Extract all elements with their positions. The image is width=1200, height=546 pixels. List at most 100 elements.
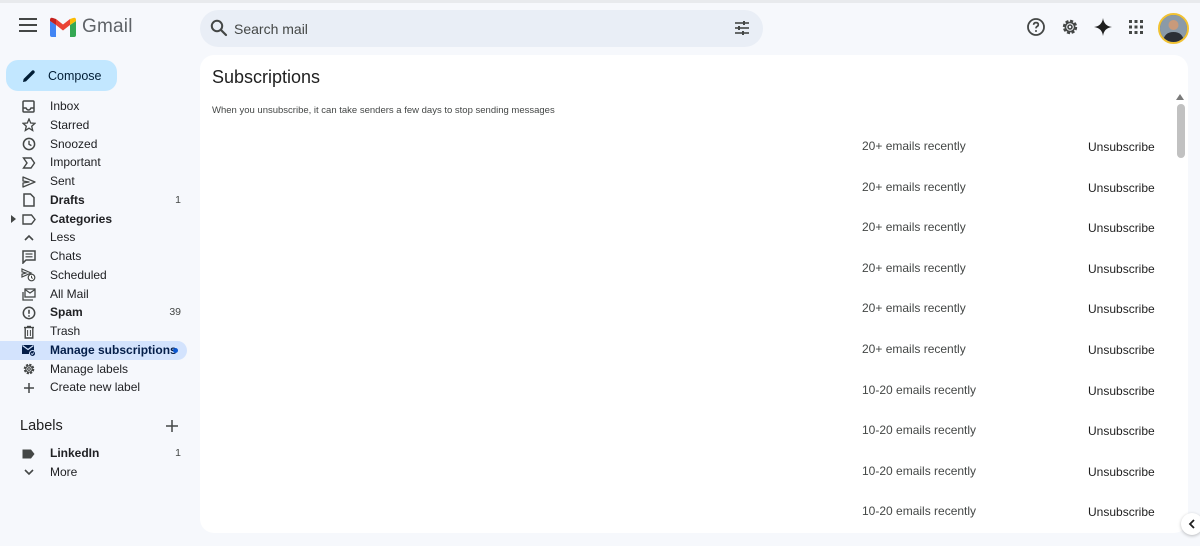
search-icon[interactable] (210, 19, 228, 37)
sidebar-item-all-mail[interactable]: All Mail (0, 285, 195, 304)
search-options-icon[interactable] (733, 19, 751, 37)
chevron-down-icon (21, 465, 36, 480)
sidebar-item-inbox[interactable]: Inbox (0, 97, 195, 116)
scroll-up-arrow[interactable] (1176, 94, 1184, 100)
unsubscribe-button[interactable]: Unsubscribe (1088, 262, 1155, 276)
plus-icon (21, 380, 36, 395)
apps-button[interactable] (1125, 16, 1147, 38)
scrollbar-thumb[interactable] (1177, 104, 1185, 158)
unsubscribe-button[interactable]: Unsubscribe (1088, 221, 1155, 235)
side-panel-toggle[interactable] (1181, 513, 1200, 535)
compose-button[interactable]: Compose (6, 60, 117, 91)
settings-button[interactable] (1059, 16, 1081, 38)
profile-photo-icon (1160, 15, 1187, 42)
sidebar-item-important[interactable]: Important (0, 153, 195, 172)
sidebar-item-label: Chats (50, 249, 82, 263)
hamburger-icon (19, 18, 37, 32)
sidebar-item-label: Categories (50, 211, 113, 226)
email-frequency: 10-20 emails recently (862, 382, 977, 397)
help-button[interactable] (1025, 16, 1047, 38)
important-icon (21, 155, 36, 170)
unsubscribe-button[interactable]: Unsubscribe (1088, 505, 1155, 519)
sidebar-item-manage-subscriptions[interactable]: Manage subscriptions (0, 340, 187, 360)
sidebar-item-create-new-label[interactable]: Create new label (0, 378, 195, 397)
sidebar-item-less[interactable]: Less (0, 228, 195, 247)
sidebar-item-label: All Mail (50, 286, 89, 301)
sidebar-item-scheduled[interactable]: Scheduled (0, 266, 195, 285)
page-subtitle: When you unsubscribe, it can take sender… (212, 105, 555, 116)
label-icon (21, 212, 36, 227)
sidebar-item-starred[interactable]: Starred (0, 116, 195, 135)
label-item-label: More (50, 464, 78, 479)
sidebar-item-drafts[interactable]: Drafts 1 (0, 191, 195, 210)
subscription-row: 10-20 emails recently Unsubscribe (200, 370, 1188, 411)
gear-icon (1062, 19, 1078, 35)
help-icon (1027, 18, 1045, 36)
gmail-logo[interactable]: Gmail (50, 15, 133, 39)
sidebar-item-label: Manage labels (50, 361, 129, 376)
sidebar-item-label: Sent (50, 174, 75, 188)
compose-label: Compose (48, 68, 102, 83)
search-bar[interactable] (200, 10, 763, 47)
sidebar-item-snoozed[interactable]: Snoozed (0, 135, 195, 154)
sidebar-item-spam[interactable]: Spam 39 (0, 303, 195, 322)
unsubscribe-button[interactable]: Unsubscribe (1088, 465, 1155, 479)
sidebar-item-label: Important (50, 155, 101, 170)
unsubscribe-button[interactable]: Unsubscribe (1088, 302, 1155, 316)
subscription-row: 20+ emails recently Unsubscribe (200, 248, 1188, 289)
create-label-plus-icon[interactable] (165, 419, 179, 433)
sidebar-item-sent[interactable]: Sent (0, 172, 195, 191)
expand-caret-icon[interactable] (11, 214, 16, 223)
sidebar-item-label: Trash (50, 324, 81, 338)
labels-list: LinkedIn 1 More (0, 444, 195, 482)
sidebar-item-categories[interactable]: Categories (0, 210, 195, 229)
label-item-count: 1 (175, 447, 181, 459)
label-item-linkedin[interactable]: LinkedIn 1 (0, 444, 195, 463)
draft-icon (21, 193, 36, 208)
apps-grid-icon (1129, 20, 1143, 34)
search-input[interactable] (234, 10, 714, 47)
subscription-row: 20+ emails recently Unsubscribe (200, 329, 1188, 370)
sidebar-item-manage-labels[interactable]: Manage labels (0, 360, 195, 379)
sidebar-item-chats[interactable]: Chats (0, 247, 195, 266)
email-frequency: 20+ emails recently (862, 139, 966, 153)
subscription-row: 20+ emails recently Unsubscribe (200, 126, 1188, 167)
chevron-left-icon (1188, 519, 1195, 529)
pencil-icon (23, 69, 35, 82)
email-frequency: 20+ emails recently (862, 260, 966, 275)
unsubscribe-button[interactable]: Unsubscribe (1088, 140, 1155, 154)
scheduled-icon (21, 268, 36, 283)
subscription-row: 20+ emails recently Unsubscribe (200, 167, 1188, 208)
inbox-icon (21, 99, 36, 114)
new-indicator-dot (173, 347, 178, 353)
sidebar-item-trash[interactable]: Trash (0, 322, 195, 341)
sidebar-item-count: 39 (169, 306, 181, 319)
gmail-m-icon (50, 17, 76, 37)
unsubscribe-button[interactable]: Unsubscribe (1088, 424, 1155, 438)
main-menu-button[interactable] (12, 9, 44, 41)
label-item-label: LinkedIn (50, 446, 100, 460)
subscriptions-list: 20+ emails recently Unsubscribe 20+ email… (200, 126, 1188, 532)
email-frequency: 20+ emails recently (862, 179, 966, 194)
email-frequency: 10-20 emails recently (862, 504, 977, 519)
unsubscribe-button[interactable]: Unsubscribe (1088, 384, 1155, 398)
unsubscribe-button[interactable]: Unsubscribe (1088, 343, 1155, 357)
chevron-up-icon (21, 230, 36, 245)
sidebar-item-label: Inbox (50, 99, 80, 113)
unsubscribe-button[interactable]: Unsubscribe (1088, 181, 1155, 195)
header: Gmail (0, 3, 1200, 55)
sidebar-item-label: Scheduled (50, 267, 107, 282)
email-frequency: 10-20 emails recently (862, 423, 977, 438)
label-tag-icon (21, 446, 36, 461)
sidebar-item-count: 1 (175, 193, 181, 206)
gear-icon (21, 362, 36, 377)
label-item-more[interactable]: More (0, 463, 195, 482)
account-avatar[interactable] (1158, 13, 1189, 44)
subscription-row: 20+ emails recently Unsubscribe (200, 207, 1188, 248)
subscription-row: 10-20 emails recently Unsubscribe (200, 491, 1188, 532)
app-name: Gmail (82, 16, 133, 37)
sparkle-icon (1094, 18, 1112, 36)
gemini-button[interactable] (1092, 16, 1114, 38)
page-title: Subscriptions (212, 67, 321, 87)
sidebar-item-label: Manage subscriptions (50, 342, 177, 357)
